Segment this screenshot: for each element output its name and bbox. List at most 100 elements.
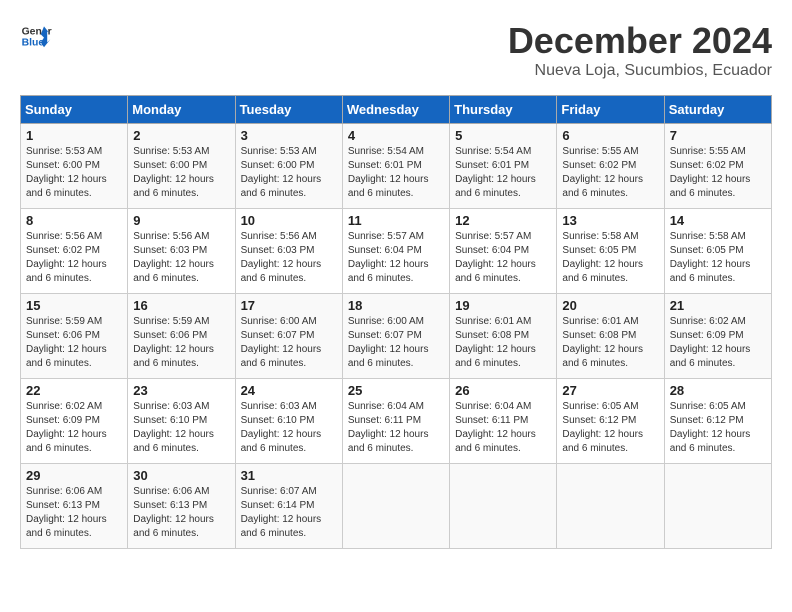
day-info: Sunrise: 5:57 AM Sunset: 6:04 PM Dayligh… [455,230,551,286]
day-cell: 16 Sunrise: 5:59 AM Sunset: 6:06 PM Dayl… [128,294,235,379]
day-number: 13 [562,213,658,228]
day-cell [557,464,664,549]
day-header-friday: Friday [557,96,664,124]
day-cell: 10 Sunrise: 5:56 AM Sunset: 6:03 PM Dayl… [235,209,342,294]
day-info: Sunrise: 5:54 AM Sunset: 6:01 PM Dayligh… [455,145,551,201]
day-info: Sunrise: 6:04 AM Sunset: 6:11 PM Dayligh… [348,400,444,456]
day-number: 7 [670,128,766,143]
day-cell: 26 Sunrise: 6:04 AM Sunset: 6:11 PM Dayl… [450,379,557,464]
day-cell: 25 Sunrise: 6:04 AM Sunset: 6:11 PM Dayl… [342,379,449,464]
day-info: Sunrise: 5:53 AM Sunset: 6:00 PM Dayligh… [241,145,337,201]
day-number: 6 [562,128,658,143]
day-cell: 9 Sunrise: 5:56 AM Sunset: 6:03 PM Dayli… [128,209,235,294]
day-cell [342,464,449,549]
day-cell: 4 Sunrise: 5:54 AM Sunset: 6:01 PM Dayli… [342,124,449,209]
day-cell [664,464,771,549]
logo-icon: General Blue [20,20,52,52]
day-header-monday: Monday [128,96,235,124]
day-cell: 28 Sunrise: 6:05 AM Sunset: 6:12 PM Dayl… [664,379,771,464]
day-cell: 11 Sunrise: 5:57 AM Sunset: 6:04 PM Dayl… [342,209,449,294]
day-header-saturday: Saturday [664,96,771,124]
day-number: 22 [26,383,122,398]
day-header-thursday: Thursday [450,96,557,124]
day-header-wednesday: Wednesday [342,96,449,124]
day-info: Sunrise: 6:02 AM Sunset: 6:09 PM Dayligh… [670,315,766,371]
day-number: 14 [670,213,766,228]
day-cell: 22 Sunrise: 6:02 AM Sunset: 6:09 PM Dayl… [21,379,128,464]
day-cell: 19 Sunrise: 6:01 AM Sunset: 6:08 PM Dayl… [450,294,557,379]
svg-text:Blue: Blue [22,38,45,49]
days-header-row: SundayMondayTuesdayWednesdayThursdayFrid… [21,96,772,124]
day-info: Sunrise: 6:02 AM Sunset: 6:09 PM Dayligh… [26,400,122,456]
title-section: December 2024 Nueva Loja, Sucumbios, Ecu… [508,20,772,80]
day-number: 31 [241,468,337,483]
day-info: Sunrise: 5:57 AM Sunset: 6:04 PM Dayligh… [348,230,444,286]
day-cell: 3 Sunrise: 5:53 AM Sunset: 6:00 PM Dayli… [235,124,342,209]
calendar-table: SundayMondayTuesdayWednesdayThursdayFrid… [20,95,772,549]
day-cell [450,464,557,549]
day-info: Sunrise: 6:01 AM Sunset: 6:08 PM Dayligh… [455,315,551,371]
day-info: Sunrise: 5:56 AM Sunset: 6:03 PM Dayligh… [241,230,337,286]
day-info: Sunrise: 6:05 AM Sunset: 6:12 PM Dayligh… [670,400,766,456]
day-cell: 17 Sunrise: 6:00 AM Sunset: 6:07 PM Dayl… [235,294,342,379]
day-cell: 14 Sunrise: 5:58 AM Sunset: 6:05 PM Dayl… [664,209,771,294]
day-info: Sunrise: 5:56 AM Sunset: 6:02 PM Dayligh… [26,230,122,286]
day-number: 9 [133,213,229,228]
day-number: 15 [26,298,122,313]
day-info: Sunrise: 6:04 AM Sunset: 6:11 PM Dayligh… [455,400,551,456]
day-header-tuesday: Tuesday [235,96,342,124]
day-info: Sunrise: 5:54 AM Sunset: 6:01 PM Dayligh… [348,145,444,201]
month-title: December 2024 [508,20,772,62]
day-info: Sunrise: 5:58 AM Sunset: 6:05 PM Dayligh… [562,230,658,286]
day-number: 29 [26,468,122,483]
day-cell: 5 Sunrise: 5:54 AM Sunset: 6:01 PM Dayli… [450,124,557,209]
day-cell: 30 Sunrise: 6:06 AM Sunset: 6:13 PM Dayl… [128,464,235,549]
day-cell: 31 Sunrise: 6:07 AM Sunset: 6:14 PM Dayl… [235,464,342,549]
day-cell: 6 Sunrise: 5:55 AM Sunset: 6:02 PM Dayli… [557,124,664,209]
day-number: 19 [455,298,551,313]
day-info: Sunrise: 6:07 AM Sunset: 6:14 PM Dayligh… [241,485,337,541]
day-number: 30 [133,468,229,483]
day-cell: 12 Sunrise: 5:57 AM Sunset: 6:04 PM Dayl… [450,209,557,294]
day-info: Sunrise: 6:00 AM Sunset: 6:07 PM Dayligh… [348,315,444,371]
location-title: Nueva Loja, Sucumbios, Ecuador [508,62,772,80]
day-cell: 21 Sunrise: 6:02 AM Sunset: 6:09 PM Dayl… [664,294,771,379]
day-info: Sunrise: 5:56 AM Sunset: 6:03 PM Dayligh… [133,230,229,286]
day-info: Sunrise: 6:03 AM Sunset: 6:10 PM Dayligh… [241,400,337,456]
day-number: 17 [241,298,337,313]
day-cell: 20 Sunrise: 6:01 AM Sunset: 6:08 PM Dayl… [557,294,664,379]
logo: General Blue [20,20,57,52]
day-info: Sunrise: 6:00 AM Sunset: 6:07 PM Dayligh… [241,315,337,371]
day-info: Sunrise: 6:01 AM Sunset: 6:08 PM Dayligh… [562,315,658,371]
day-info: Sunrise: 6:06 AM Sunset: 6:13 PM Dayligh… [133,485,229,541]
day-number: 18 [348,298,444,313]
day-info: Sunrise: 5:58 AM Sunset: 6:05 PM Dayligh… [670,230,766,286]
week-row-1: 1 Sunrise: 5:53 AM Sunset: 6:00 PM Dayli… [21,124,772,209]
day-cell: 23 Sunrise: 6:03 AM Sunset: 6:10 PM Dayl… [128,379,235,464]
day-number: 10 [241,213,337,228]
day-number: 2 [133,128,229,143]
day-info: Sunrise: 6:05 AM Sunset: 6:12 PM Dayligh… [562,400,658,456]
day-number: 26 [455,383,551,398]
day-info: Sunrise: 5:53 AM Sunset: 6:00 PM Dayligh… [133,145,229,201]
week-row-2: 8 Sunrise: 5:56 AM Sunset: 6:02 PM Dayli… [21,209,772,294]
day-number: 24 [241,383,337,398]
day-info: Sunrise: 5:59 AM Sunset: 6:06 PM Dayligh… [26,315,122,371]
day-cell: 15 Sunrise: 5:59 AM Sunset: 6:06 PM Dayl… [21,294,128,379]
day-number: 16 [133,298,229,313]
svg-text:General: General [22,26,52,37]
week-row-5: 29 Sunrise: 6:06 AM Sunset: 6:13 PM Dayl… [21,464,772,549]
day-info: Sunrise: 5:55 AM Sunset: 6:02 PM Dayligh… [670,145,766,201]
day-number: 20 [562,298,658,313]
day-number: 11 [348,213,444,228]
day-info: Sunrise: 5:55 AM Sunset: 6:02 PM Dayligh… [562,145,658,201]
day-header-sunday: Sunday [21,96,128,124]
day-info: Sunrise: 6:06 AM Sunset: 6:13 PM Dayligh… [26,485,122,541]
day-number: 25 [348,383,444,398]
day-cell: 13 Sunrise: 5:58 AM Sunset: 6:05 PM Dayl… [557,209,664,294]
day-cell: 29 Sunrise: 6:06 AM Sunset: 6:13 PM Dayl… [21,464,128,549]
day-cell: 27 Sunrise: 6:05 AM Sunset: 6:12 PM Dayl… [557,379,664,464]
day-number: 3 [241,128,337,143]
day-number: 21 [670,298,766,313]
day-info: Sunrise: 5:59 AM Sunset: 6:06 PM Dayligh… [133,315,229,371]
